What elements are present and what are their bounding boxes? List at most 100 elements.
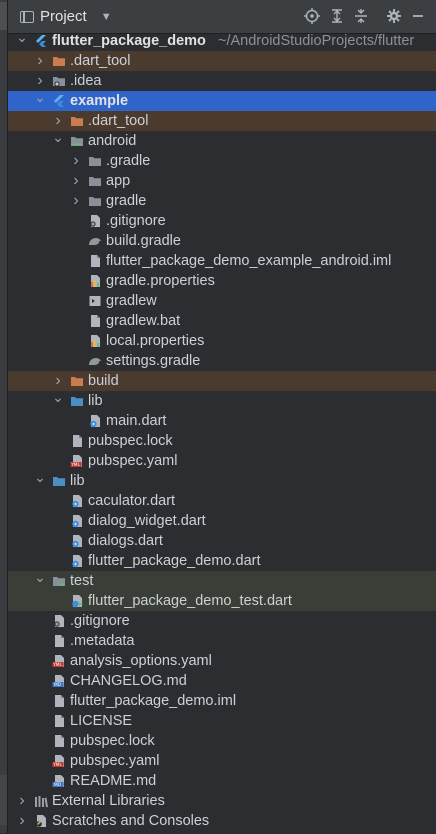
tree-row[interactable]: flutter_package_demo_test.dart bbox=[8, 591, 436, 611]
folder-test-icon bbox=[52, 574, 66, 588]
tree-row[interactable]: build.gradle bbox=[8, 231, 436, 251]
chevron-down-icon[interactable]: ⌄ bbox=[52, 130, 64, 151]
tree-item-label: local.properties bbox=[106, 333, 205, 349]
svg-text:YML: YML bbox=[52, 762, 62, 768]
chevron-down-icon[interactable]: ⌄ bbox=[52, 390, 64, 411]
locate-icon[interactable] bbox=[304, 8, 320, 24]
chevron-right-icon[interactable]: › bbox=[70, 171, 82, 191]
project-tool-tab[interactable] bbox=[0, 2, 7, 30]
hide-panel-icon[interactable] bbox=[410, 8, 426, 24]
tree-item-label: .metadata bbox=[70, 633, 135, 649]
gear-icon[interactable] bbox=[386, 8, 402, 24]
tree-item-label: .gradle bbox=[106, 153, 151, 169]
tree-row[interactable]: .metadata bbox=[8, 631, 436, 651]
tree-row[interactable]: settings.gradle bbox=[8, 351, 436, 371]
chevron-right-icon[interactable]: › bbox=[34, 51, 46, 71]
tree-row[interactable]: caculator.dart bbox=[8, 491, 436, 511]
tree-item-label: pubspec.lock bbox=[88, 433, 173, 449]
tree-item-label: .dart_tool bbox=[88, 113, 149, 129]
tree-item-label: .idea bbox=[70, 73, 102, 89]
tree-item-label: flutter_package_demo_test.dart bbox=[88, 593, 292, 609]
tree-item-label: LICENSE bbox=[70, 713, 133, 729]
tree-row[interactable]: › gradle bbox=[8, 191, 436, 211]
tree-row[interactable]: ⌄ test bbox=[8, 570, 436, 591]
tree-item-label: External Libraries bbox=[52, 793, 165, 809]
tree-row[interactable]: › .dart_tool bbox=[8, 111, 436, 131]
tree-row[interactable]: ⌄ lib bbox=[8, 390, 436, 411]
tree-item-label: pubspec.lock bbox=[70, 733, 155, 749]
collapse-all-icon[interactable] bbox=[353, 8, 369, 24]
project-path: ~/AndroidStudioProjects/flutter bbox=[218, 33, 415, 49]
tree-row[interactable]: .gitignore bbox=[8, 211, 436, 231]
tree-row[interactable]: ⌄ example bbox=[8, 90, 436, 111]
tree-row[interactable]: › .dart_tool bbox=[8, 51, 436, 71]
tree-row[interactable]: gradle.properties bbox=[8, 271, 436, 291]
tree-row[interactable]: gradlew bbox=[8, 291, 436, 311]
tree-row[interactable]: MD CHANGELOG.md bbox=[8, 671, 436, 691]
tree-row[interactable]: › .idea bbox=[8, 71, 436, 91]
file-icon bbox=[52, 694, 66, 708]
dart-icon bbox=[70, 514, 84, 528]
tree-row[interactable]: pubspec.lock bbox=[8, 431, 436, 451]
tree-row[interactable]: dialog_widget.dart bbox=[8, 511, 436, 531]
project-icon bbox=[20, 10, 34, 23]
tree-row[interactable]: .gitignore bbox=[8, 611, 436, 631]
chevron-right-icon[interactable]: › bbox=[16, 791, 28, 811]
tree-row[interactable]: MD README.md bbox=[8, 771, 436, 791]
flutter-icon bbox=[52, 94, 66, 108]
svg-text:MD: MD bbox=[54, 682, 62, 688]
chevron-right-icon[interactable]: › bbox=[70, 191, 82, 211]
tree-item-label: lib bbox=[88, 393, 103, 409]
chevron-right-icon[interactable]: › bbox=[70, 151, 82, 171]
tree-row[interactable]: › .gradle bbox=[8, 151, 436, 171]
gradle-icon bbox=[88, 354, 102, 368]
file-icon bbox=[52, 714, 66, 728]
tree-row[interactable]: › Scratches and Consoles bbox=[8, 811, 436, 831]
chevron-right-icon[interactable]: › bbox=[52, 371, 64, 391]
tree-row[interactable]: YML analysis_options.yaml bbox=[8, 651, 436, 671]
tree-row[interactable]: pubspec.lock bbox=[8, 731, 436, 751]
tree-row[interactable]: › External Libraries bbox=[8, 791, 436, 811]
svg-text:YML: YML bbox=[70, 462, 80, 468]
tree-item-label: .gitignore bbox=[106, 213, 166, 229]
tree-row[interactable]: › app bbox=[8, 171, 436, 191]
terminal-icon bbox=[88, 294, 102, 308]
tree-row[interactable]: flutter_package_demo_example_android.iml bbox=[8, 251, 436, 271]
tree-item-label: settings.gradle bbox=[106, 353, 201, 369]
tree-item-label: flutter_package_demo_example_android.iml bbox=[106, 253, 392, 269]
tree-row[interactable]: ⌄ flutter_package_demo ~/AndroidStudioProj… bbox=[8, 30, 436, 51]
chevron-right-icon[interactable]: › bbox=[34, 71, 46, 91]
folder-source-icon bbox=[70, 394, 84, 408]
properties-icon bbox=[88, 334, 102, 348]
svg-text:YML: YML bbox=[52, 662, 62, 668]
tree-item-label: gradle bbox=[106, 193, 147, 209]
tree-row[interactable]: local.properties bbox=[8, 331, 436, 351]
tree-row[interactable]: › build bbox=[8, 371, 436, 391]
project-view-selector[interactable]: Project ▼ bbox=[20, 8, 112, 25]
tree-row[interactable]: LICENSE bbox=[8, 711, 436, 731]
yaml-icon: YML bbox=[52, 654, 66, 668]
markdown-icon: MD bbox=[52, 774, 66, 788]
tree-row[interactable]: ⌄ android bbox=[8, 130, 436, 151]
dart-test-icon bbox=[70, 594, 84, 608]
tree-row[interactable]: flutter_package_demo.dart bbox=[8, 551, 436, 571]
chevron-right-icon[interactable]: › bbox=[52, 111, 64, 131]
tree-row[interactable]: YML pubspec.yaml bbox=[8, 751, 436, 771]
chevron-right-icon[interactable]: › bbox=[16, 811, 28, 831]
tree-item-label: gradlew bbox=[106, 293, 157, 309]
chevron-down-icon[interactable]: ⌄ bbox=[34, 570, 46, 591]
tree-item-label: android bbox=[88, 133, 137, 149]
tree-row[interactable]: main.dart bbox=[8, 411, 436, 431]
tree-row[interactable]: YML pubspec.yaml bbox=[8, 451, 436, 471]
tree-row[interactable]: gradlew.bat bbox=[8, 311, 436, 331]
tree-row[interactable]: ⌄ lib bbox=[8, 470, 436, 491]
properties-icon bbox=[88, 274, 102, 288]
tree-row[interactable]: dialogs.dart bbox=[8, 531, 436, 551]
chevron-down-icon[interactable]: ⌄ bbox=[34, 470, 46, 491]
chevron-down-icon[interactable]: ⌄ bbox=[34, 90, 46, 111]
tree-row[interactable]: flutter_package_demo.iml bbox=[8, 691, 436, 711]
chevron-down-icon[interactable]: ⌄ bbox=[16, 30, 28, 51]
structure-tool-tab[interactable] bbox=[0, 775, 7, 825]
dart-icon bbox=[70, 534, 84, 548]
expand-all-icon[interactable] bbox=[329, 8, 345, 24]
